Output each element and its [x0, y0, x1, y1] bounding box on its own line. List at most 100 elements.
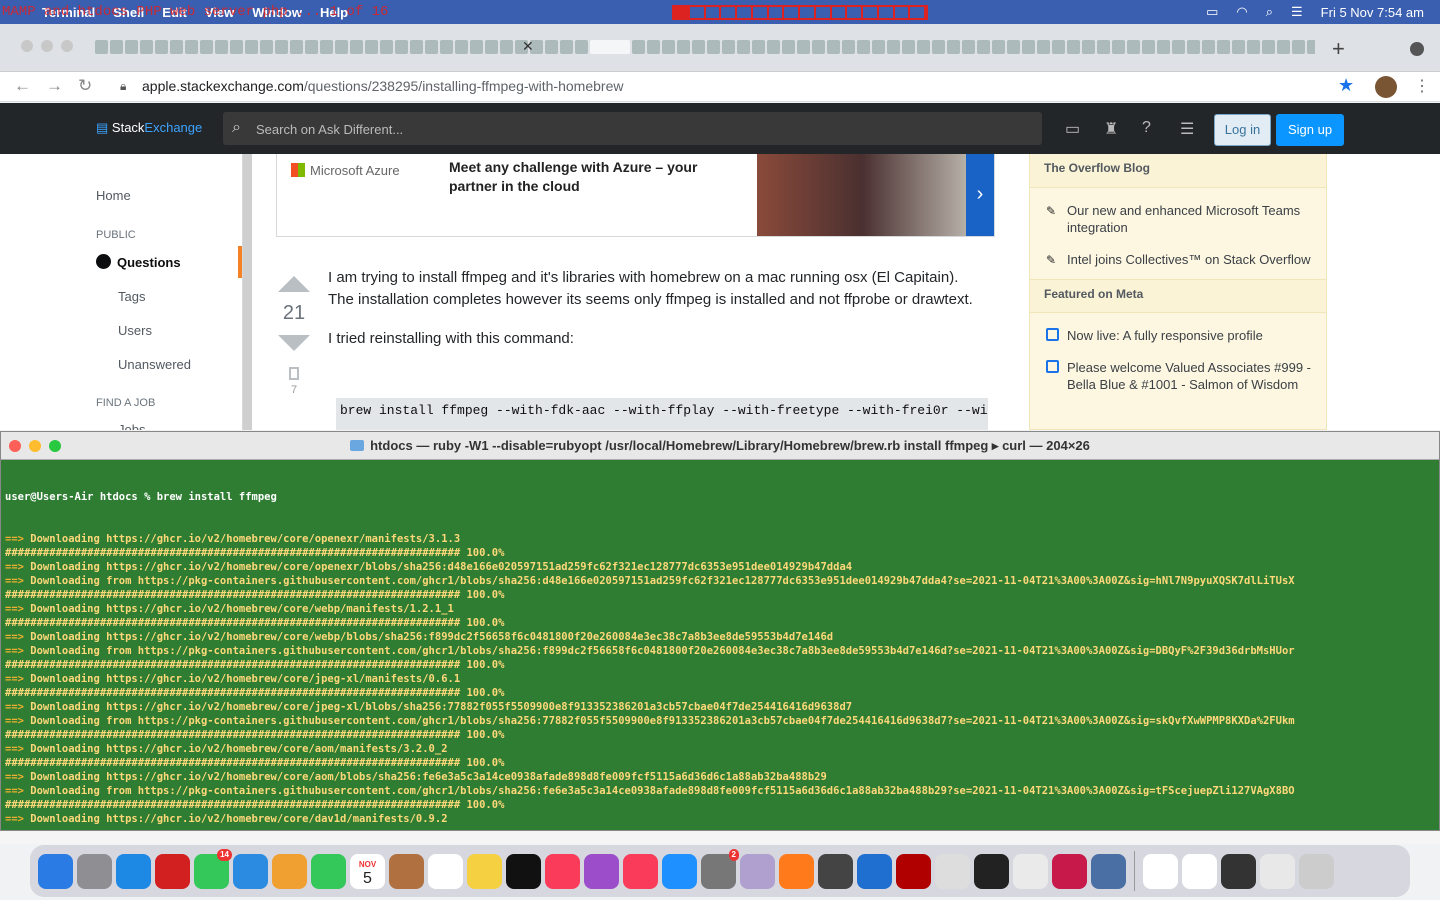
tab-favicon[interactable]	[560, 40, 573, 54]
tab-favicon[interactable]	[917, 40, 930, 54]
tab-favicon[interactable]	[140, 40, 153, 54]
tab-favicon[interactable]	[320, 40, 333, 54]
tab-favicon[interactable]	[647, 40, 660, 54]
dock-news-icon[interactable]	[623, 853, 658, 889]
tab-favicon[interactable]	[170, 40, 183, 54]
tab-favicon[interactable]	[737, 40, 750, 54]
tab-favicon[interactable]	[692, 40, 705, 54]
nav-unanswered[interactable]: Unanswered	[118, 357, 191, 372]
tab-favicon[interactable]	[1142, 40, 1155, 54]
tab-favicon[interactable]	[410, 40, 423, 54]
site-switcher-icon[interactable]: ☰	[1180, 119, 1200, 138]
tab-favicon[interactable]	[1277, 40, 1290, 54]
tab-favicon[interactable]	[440, 40, 453, 54]
tab-favicon[interactable]	[1007, 40, 1020, 54]
tab-favicon[interactable]	[275, 40, 288, 54]
tab-favicon[interactable]	[842, 40, 855, 54]
tab-favicon[interactable]	[1292, 40, 1305, 54]
meta-item[interactable]: Please welcome Valued Associates #999 - …	[1030, 355, 1326, 393]
tab-favicon[interactable]	[1127, 40, 1140, 54]
tab-favicon[interactable]	[500, 40, 513, 54]
login-button[interactable]: Log in	[1214, 114, 1271, 146]
tab-favicon[interactable]	[1202, 40, 1215, 54]
tab-favicon[interactable]	[365, 40, 378, 54]
tab-favicon[interactable]	[1022, 40, 1035, 54]
tab-favicon[interactable]	[1052, 40, 1065, 54]
meta-item[interactable]: Now live: A fully responsive profile	[1030, 323, 1326, 344]
blog-item[interactable]: ✎ Intel joins Collectives™ on Stack Overf…	[1030, 247, 1326, 268]
dock-messages-icon[interactable]: 14	[194, 848, 232, 889]
tab-favicon[interactable]	[1037, 40, 1050, 54]
upvote-icon[interactable]	[278, 276, 310, 292]
close-window-button[interactable]	[21, 40, 33, 52]
ad-arrow-icon[interactable]: ›	[966, 154, 994, 236]
tab-favicon[interactable]	[662, 40, 675, 54]
tab-favicon[interactable]	[110, 40, 123, 54]
nav-users[interactable]: Users	[118, 323, 152, 338]
tab-favicon[interactable]	[797, 40, 810, 54]
tab-favicon[interactable]	[902, 40, 915, 54]
tab-favicon[interactable]	[977, 40, 990, 54]
tab-favicon[interactable]	[380, 40, 393, 54]
tab-favicon[interactable]	[590, 40, 630, 54]
terminal-zoom-button[interactable]	[49, 440, 61, 452]
tab-favicon[interactable]	[782, 40, 795, 54]
blog-item[interactable]: ✎ Our new and enhanced Microsoft Teams in…	[1030, 198, 1326, 236]
dock-bbedit-icon[interactable]	[935, 853, 970, 889]
tab-favicon[interactable]	[185, 40, 198, 54]
dock-finder-icon[interactable]	[38, 853, 73, 889]
nav-tags[interactable]: Tags	[118, 289, 145, 304]
bookmark-icon[interactable]	[289, 367, 299, 380]
site-search-input[interactable]: ⌕ Search on Ask Different...	[223, 112, 1042, 145]
tab-favicon[interactable]	[1262, 40, 1275, 54]
tab-favicon[interactable]	[1217, 40, 1230, 54]
tab-favicon[interactable]	[335, 40, 348, 54]
back-icon[interactable]: ←	[14, 76, 31, 96]
tab-favicon[interactable]	[677, 40, 690, 54]
dock-activity-monitor-icon[interactable]	[1221, 853, 1256, 889]
signup-button[interactable]: Sign up	[1276, 114, 1344, 146]
dock-chrome-icon[interactable]	[1143, 853, 1178, 889]
tab-search-icon[interactable]	[1410, 42, 1424, 56]
sidebar-scrollbar[interactable]	[243, 154, 252, 430]
bookmark-star-icon[interactable]: ★	[1338, 75, 1354, 96]
terminal-close-button[interactable]	[9, 440, 21, 452]
profile-avatar[interactable]	[1375, 76, 1397, 98]
dock-firefox-icon[interactable]	[779, 853, 814, 889]
tab-favicon[interactable]	[290, 40, 303, 54]
dock-contacts-icon[interactable]	[389, 853, 424, 889]
dock-sequel-icon[interactable]	[1013, 853, 1048, 889]
dock-filezilla-icon[interactable]	[896, 853, 931, 889]
dock-preview-icon[interactable]	[1260, 853, 1295, 889]
dock-migration-icon[interactable]	[1091, 853, 1126, 889]
tab-favicon[interactable]	[1187, 40, 1200, 54]
nav-home[interactable]: Home	[96, 188, 131, 203]
dock-facetime-icon[interactable]	[311, 853, 346, 889]
control-center-icon[interactable]: ☰	[1291, 4, 1303, 20]
tab-favicon[interactable]	[470, 40, 483, 54]
dock-podcasts-icon[interactable]	[584, 853, 619, 889]
battery-icon[interactable]: ▭	[1206, 4, 1218, 20]
tab-favicon[interactable]	[932, 40, 945, 54]
tab-favicon[interactable]	[305, 40, 318, 54]
new-tab-button[interactable]: +	[1332, 36, 1345, 62]
tab-favicon[interactable]	[722, 40, 735, 54]
tab-favicon[interactable]	[575, 40, 588, 54]
minimize-window-button[interactable]	[41, 40, 53, 52]
nav-questions[interactable]: Questions	[96, 254, 181, 270]
nav-jobs[interactable]: Jobs	[118, 422, 145, 430]
tab-favicon[interactable]	[887, 40, 900, 54]
tab-favicon[interactable]	[992, 40, 1005, 54]
tab-favicon[interactable]	[215, 40, 228, 54]
tab-favicon[interactable]	[155, 40, 168, 54]
dock-app-store-icon[interactable]	[662, 853, 697, 889]
dock-textedit-icon[interactable]	[1182, 853, 1217, 889]
dock-safari-icon[interactable]	[116, 853, 151, 889]
browser-menu-icon[interactable]: ⋮	[1414, 76, 1430, 96]
tab-favicon[interactable]	[1067, 40, 1080, 54]
dock-launchpad-icon[interactable]	[77, 853, 112, 889]
dock-photos-icon[interactable]	[272, 853, 307, 889]
dock-paintbrush-icon[interactable]	[740, 853, 775, 889]
tab-favicon[interactable]	[632, 40, 645, 54]
tab-favicon[interactable]	[125, 40, 138, 54]
